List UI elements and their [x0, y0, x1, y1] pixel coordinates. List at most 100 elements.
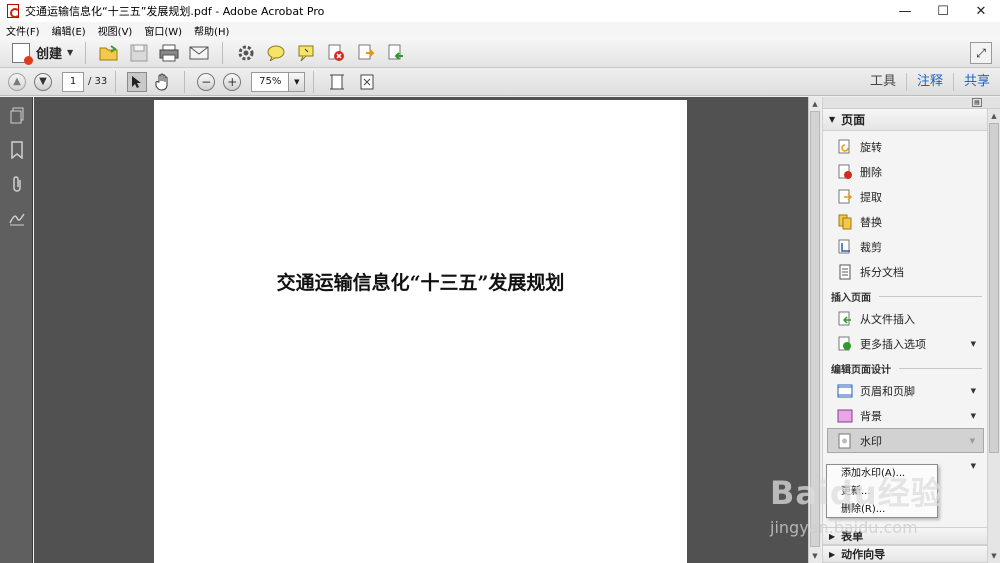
tool-more-insert[interactable]: 更多插入选项 ▼: [823, 331, 1000, 356]
heading-divider: [899, 367, 982, 369]
attachment-icon[interactable]: [0, 167, 33, 201]
replace-icon: [837, 214, 853, 230]
tool-replace-label: 替换: [860, 215, 882, 229]
extract-icon[interactable]: [355, 42, 377, 64]
create-pdf-icon: [12, 42, 33, 65]
document-viewer[interactable]: 交通运输信息化“十三五”发展规划: [34, 97, 808, 563]
menu-file[interactable]: 文件(F): [0, 23, 46, 38]
window-controls: — ☐ ✕: [886, 0, 1000, 22]
insert-icon[interactable]: [385, 42, 407, 64]
tool-header-footer-label: 页眉和页脚: [860, 384, 915, 398]
panel-tabs: 工具 注释 共享: [860, 68, 1000, 96]
heading-divider: [879, 295, 982, 297]
tool-extract[interactable]: 提取: [823, 184, 1000, 209]
tool-background[interactable]: 背景 ▼: [823, 403, 1000, 428]
tool-insert-from-file[interactable]: 从文件插入: [823, 306, 1000, 331]
previous-page-button[interactable]: ▲: [8, 72, 26, 91]
zoom-dropdown-icon[interactable]: ▼: [289, 71, 306, 92]
menu-bar: 文件(F) 编辑(E) 视图(V) 窗口(W) 帮助(H): [0, 22, 1000, 38]
tool-crop-label: 裁剪: [860, 240, 882, 254]
watermark-logo: Baidu经验: [770, 474, 944, 512]
insert-file-icon: [837, 311, 853, 327]
tool-crop[interactable]: 裁剪: [823, 234, 1000, 259]
tool-header-footer[interactable]: 页眉和页脚 ▼: [823, 378, 1000, 403]
save-icon[interactable]: [128, 42, 150, 64]
next-page-button[interactable]: ▼: [34, 72, 52, 91]
zoom-level-input[interactable]: 75%: [251, 71, 290, 92]
tab-tools[interactable]: 工具: [860, 68, 906, 96]
toolbar-divider: [184, 70, 186, 93]
fit-window-icon[interactable]: [356, 71, 378, 93]
highlight-icon[interactable]: [295, 42, 317, 64]
zoom-in-button[interactable]: +: [223, 72, 242, 91]
background-icon: [837, 408, 853, 424]
pdf-file-icon: [7, 4, 20, 18]
toolbar-divider: [313, 70, 315, 93]
menu-edit[interactable]: 编辑(E): [46, 23, 92, 38]
crop-icon: [837, 239, 853, 255]
tool-split[interactable]: 拆分文档: [823, 259, 1000, 284]
tool-insert-from-file-label: 从文件插入: [860, 312, 915, 326]
scroll-up-icon[interactable]: ▲: [988, 110, 1000, 122]
signature-icon[interactable]: [0, 201, 33, 235]
chevron-down-icon: ▼: [969, 436, 975, 445]
tool-more-insert-label: 更多插入选项: [860, 337, 926, 351]
panel-options-strip: ▤: [823, 97, 1000, 109]
tab-share[interactable]: 共享: [954, 68, 1000, 96]
expand-icon[interactable]: ⤢: [970, 42, 992, 64]
print-icon[interactable]: [158, 42, 180, 64]
comment-icon[interactable]: [265, 42, 287, 64]
section-action-wizard-label: 动作向导: [841, 548, 886, 561]
tool-delete[interactable]: 删除: [823, 159, 1000, 184]
close-button[interactable]: ✕: [962, 0, 1000, 22]
tool-replace[interactable]: 替换: [823, 209, 1000, 234]
chevron-down-icon: ▼: [970, 411, 976, 420]
select-tool-button[interactable]: [127, 71, 148, 92]
tab-comment[interactable]: 注释: [907, 68, 953, 96]
maximize-button[interactable]: ☐: [924, 0, 962, 22]
tool-watermark[interactable]: 水印 ▼: [827, 428, 984, 453]
hand-tool-icon[interactable]: [152, 71, 174, 93]
minimize-button[interactable]: —: [886, 0, 924, 22]
fit-page-icon[interactable]: [326, 71, 348, 93]
panel-options-icon[interactable]: ▤: [972, 98, 982, 107]
page-number-input[interactable]: 1: [62, 71, 84, 92]
scroll-down-icon[interactable]: ▼: [988, 550, 1000, 562]
panel-scrollbar-thumb[interactable]: [989, 123, 999, 453]
panel-scrollbar[interactable]: ▲ ▼: [987, 109, 1000, 563]
create-button[interactable]: 创建 ▼: [8, 41, 77, 65]
zoom-out-button[interactable]: −: [197, 72, 216, 91]
window-title: 交通运输信息化“十三五”发展规划.pdf - Adobe Acrobat Pro: [25, 5, 325, 18]
chevron-down-icon: ▼: [970, 386, 976, 395]
scroll-up-icon[interactable]: ▲: [809, 98, 821, 110]
open-folder-icon[interactable]: [98, 42, 120, 64]
toolbar-divider: [222, 41, 224, 64]
insert-pages-label: 插入页面: [831, 292, 871, 304]
gear-icon[interactable]: [235, 42, 257, 64]
chevron-down-icon: ▼: [970, 339, 976, 348]
site-watermark: Baidu经验 jingyan.baidu.com: [770, 468, 970, 548]
extract-icon: [837, 189, 853, 205]
create-label: 创建: [36, 47, 63, 62]
tool-background-label: 背景: [860, 409, 882, 423]
menu-window[interactable]: 窗口(W): [138, 23, 188, 38]
tool-delete-label: 删除: [860, 165, 882, 179]
tool-rotate[interactable]: 旋转: [823, 134, 1000, 159]
expand-triangle-icon: ▶: [829, 549, 836, 559]
scroll-down-icon[interactable]: ▼: [809, 550, 821, 562]
rotate-icon: [837, 139, 853, 155]
delete-icon: [837, 164, 853, 180]
email-icon[interactable]: [188, 42, 210, 64]
section-pages-header[interactable]: ▼ 页面: [823, 109, 1000, 131]
tool-rotate-label: 旋转: [860, 140, 882, 154]
chevron-down-icon: ▼: [67, 48, 74, 57]
pdf-page: 交通运输信息化“十三五”发展规划: [154, 100, 687, 563]
menu-help[interactable]: 帮助(H): [188, 23, 235, 38]
navigation-toolbar: ▲ ▼ 1 / 33 − + 75% ▼ 工具 注释 共享: [0, 68, 1000, 96]
page-thumbnails-icon[interactable]: [0, 99, 33, 133]
delete-page-icon[interactable]: [325, 42, 347, 64]
menu-view[interactable]: 视图(V): [92, 23, 139, 38]
watermark-icon: [837, 433, 853, 449]
more-insert-icon: [837, 336, 853, 352]
bookmark-icon[interactable]: [0, 133, 33, 167]
